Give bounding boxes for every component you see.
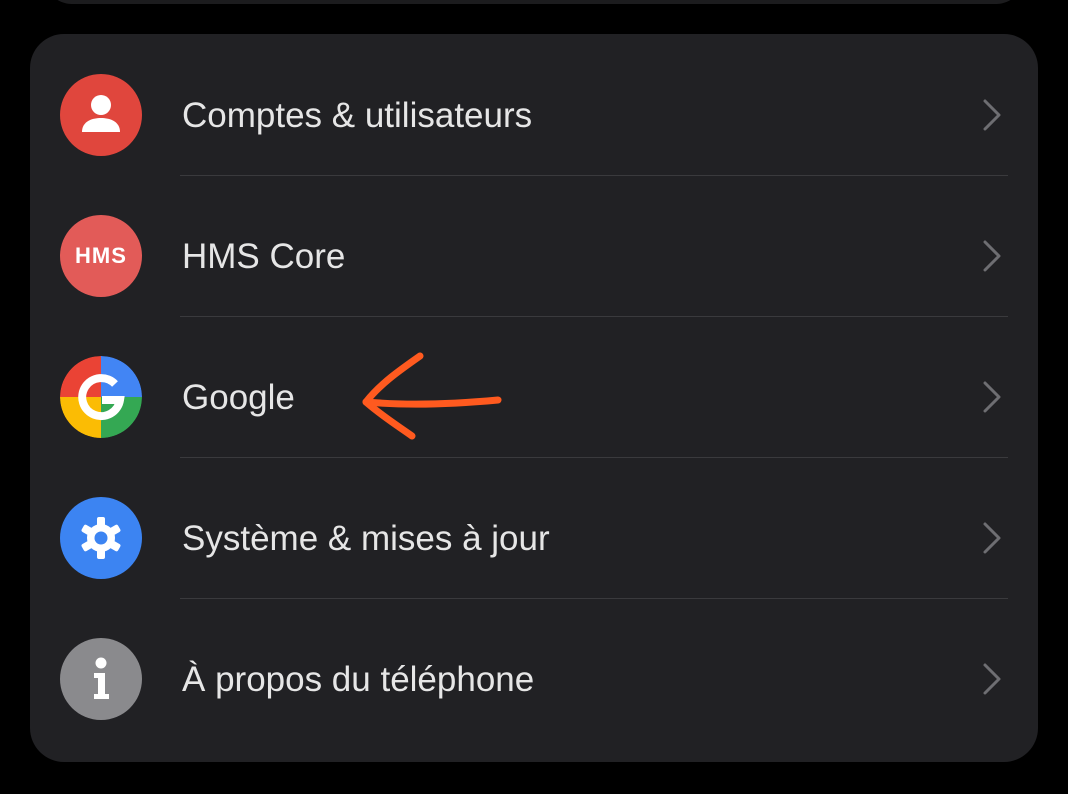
settings-item-about-phone[interactable]: À propos du téléphone (30, 598, 1038, 739)
settings-item-google[interactable]: Google (30, 316, 1038, 458)
settings-item-label: HMS Core (182, 237, 346, 276)
account-icon (60, 74, 142, 156)
google-icon (60, 356, 142, 438)
settings-item-accounts[interactable]: Comptes & utilisateurs (30, 34, 1038, 176)
settings-item-label: Google (182, 378, 295, 417)
chevron-right-icon (983, 522, 1001, 554)
chevron-right-icon (983, 663, 1001, 695)
chevron-right-icon (983, 381, 1001, 413)
gear-icon (60, 497, 142, 579)
hms-icon-text: HMS (75, 243, 127, 268)
hms-core-icon: HMS (60, 215, 142, 297)
settings-item-label: Comptes & utilisateurs (182, 96, 533, 135)
settings-item-label: À propos du téléphone (182, 660, 535, 699)
settings-item-system-updates[interactable]: Système & mises à jour (30, 457, 1038, 599)
previous-card-edge (44, 0, 1024, 4)
annotation-arrow (362, 352, 502, 440)
chevron-right-icon (983, 99, 1001, 131)
settings-item-label: Système & mises à jour (182, 519, 550, 558)
settings-item-hms-core[interactable]: HMS HMS Core (30, 175, 1038, 317)
chevron-right-icon (983, 240, 1001, 272)
info-icon (60, 638, 142, 720)
settings-card: Comptes & utilisateurs HMS HMS Core Goog… (30, 34, 1038, 762)
